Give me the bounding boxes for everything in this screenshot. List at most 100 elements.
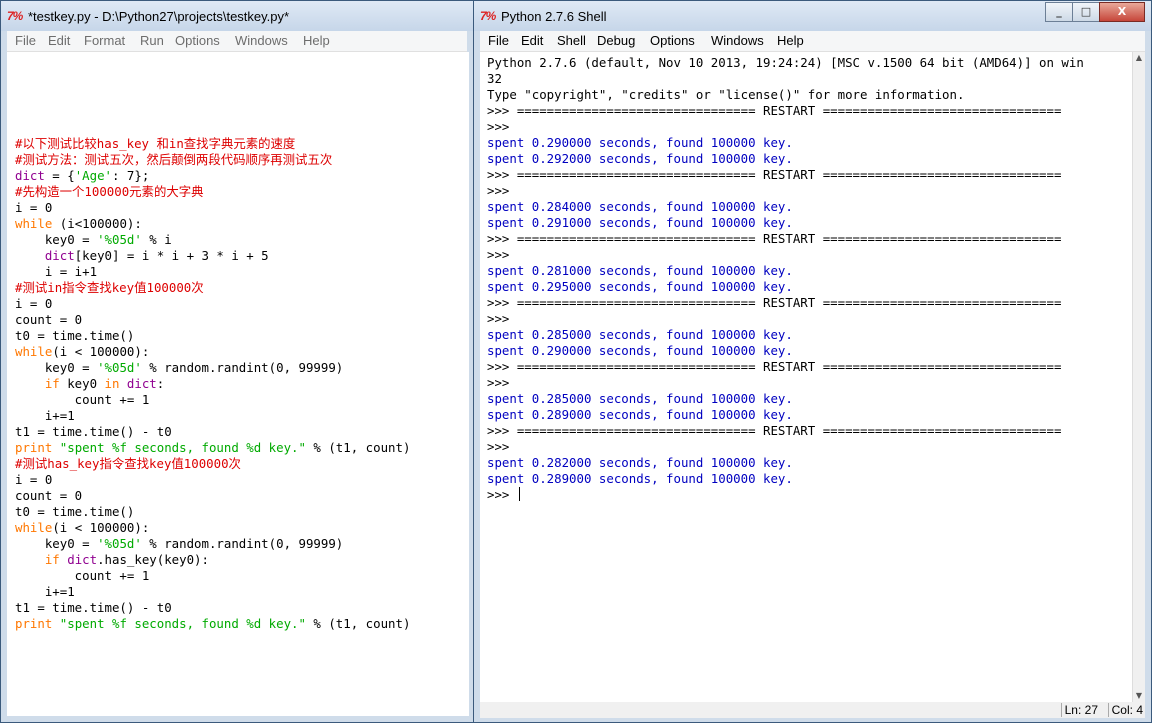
editor-menu-options[interactable]: Options — [175, 33, 220, 48]
editor-line: t1 = time.time() - t0 — [15, 424, 410, 440]
editor-menu-edit[interactable]: Edit — [48, 33, 70, 48]
editor-token: i+=1 — [15, 584, 75, 599]
editor-line: while (i<100000): — [15, 216, 410, 232]
editor-token: % i — [141, 232, 172, 247]
shell-line: spent 0.289000 seconds, found 100000 key… — [487, 407, 1084, 423]
editor-line: while(i < 100000): — [15, 520, 410, 536]
text-cursor — [518, 487, 521, 501]
editor-token: % (t1, count) — [305, 440, 411, 455]
editor-line: print "spent %f seconds, found %d key." … — [15, 440, 410, 456]
editor-token: if — [44, 552, 60, 567]
editor-token: (i < 100000): — [52, 344, 150, 359]
scroll-up-arrow-icon[interactable]: ▲ — [1133, 52, 1145, 64]
shell-token: 32 — [487, 71, 502, 86]
editor-line: if dict.has_key(key0): — [15, 552, 410, 568]
shell-line: >>> — [487, 247, 1084, 263]
shell-line: >>> ================================ RES… — [487, 167, 1084, 183]
shell-token: spent 0.285000 seconds, found 100000 key… — [487, 391, 793, 406]
shell-token: spent 0.292000 seconds, found 100000 key… — [487, 151, 793, 166]
shell-text-area[interactable]: Python 2.7.6 (default, Nov 10 2013, 19:2… — [480, 52, 1133, 702]
shell-token: >>> — [487, 375, 510, 390]
shell-menu-windows[interactable]: Windows — [711, 33, 764, 48]
shell-token: spent 0.290000 seconds, found 100000 key… — [487, 343, 793, 358]
idle-icon: 7% — [7, 9, 23, 23]
status-col: Col: 4 — [1107, 703, 1143, 717]
editor-line: i = 0 — [15, 472, 410, 488]
editor-token — [52, 616, 59, 631]
editor-menubar: File Edit Format Run Options Windows Hel… — [7, 31, 467, 52]
shell-line: spent 0.290000 seconds, found 100000 key… — [487, 343, 1084, 359]
scroll-down-arrow-icon[interactable]: ▼ — [1133, 690, 1145, 702]
shell-line: spent 0.281000 seconds, found 100000 key… — [487, 263, 1084, 279]
editor-line: i+=1 — [15, 584, 410, 600]
shell-token: >>> — [487, 119, 510, 134]
shell-menu-options[interactable]: Options — [650, 33, 695, 48]
editor-line: if key0 in dict: — [15, 376, 410, 392]
status-line: Ln: 27 — [1060, 703, 1098, 717]
shell-token: spent 0.291000 seconds, found 100000 key… — [487, 215, 793, 230]
editor-line: #以下测试比较has_key 和in查找字典元素的速度 — [15, 136, 410, 152]
editor-token: count += 1 — [15, 568, 150, 583]
shell-titlebar[interactable]: 7% Python 2.7.6 Shell _ □ X — [474, 1, 1151, 31]
shell-token: spent 0.295000 seconds, found 100000 key… — [487, 279, 793, 294]
shell-line: Python 2.7.6 (default, Nov 10 2013, 19:2… — [487, 55, 1084, 71]
editor-line: i = 0 — [15, 200, 410, 216]
editor-line: print "spent %f seconds, found %d key." … — [15, 616, 410, 632]
minimize-button[interactable]: _ — [1045, 2, 1073, 22]
editor-titlebar[interactable]: 7% *testkey.py - D:\Python27\projects\te… — [1, 1, 473, 31]
editor-menu-windows[interactable]: Windows — [235, 33, 288, 48]
shell-token: spent 0.284000 seconds, found 100000 key… — [487, 199, 793, 214]
shell-menu-help[interactable]: Help — [777, 33, 804, 48]
editor-token: : 7}; — [112, 168, 150, 183]
editor-token: count = 0 — [15, 312, 83, 327]
editor-text-area[interactable]: #以下测试比较has_key 和in查找字典元素的速度 #测试方法：测试五次，然后… — [7, 52, 469, 716]
editor-token: if — [44, 376, 60, 391]
editor-line: #测试方法：测试五次，然后颠倒两段代码顺序再测试五次 — [15, 152, 410, 168]
editor-token: [key0] = i * i + 3 * i + 5 — [74, 248, 269, 263]
shell-menu-shell[interactable]: Shell — [557, 33, 586, 48]
editor-menu-run[interactable]: Run — [140, 33, 164, 48]
editor-menu-file[interactable]: File — [15, 33, 36, 48]
editor-token: count += 1 — [15, 392, 150, 407]
shell-line: >>> — [487, 183, 1084, 199]
window-controls: _ □ X — [1045, 2, 1145, 22]
shell-output: Python 2.7.6 (default, Nov 10 2013, 19:2… — [487, 55, 1084, 503]
maximize-button[interactable]: □ — [1072, 2, 1100, 22]
shell-line: >>> ================================ RES… — [487, 103, 1084, 119]
editor-token: print — [15, 616, 53, 631]
shell-line: >>> — [487, 487, 1084, 503]
editor-token: #测试方法：测试五次，然后颠倒两段代码顺序再测试五次 — [15, 152, 333, 167]
editor-token: i = 0 — [15, 472, 53, 487]
shell-window: 7% Python 2.7.6 Shell _ □ X File Edit Sh… — [473, 0, 1152, 723]
shell-menu-debug[interactable]: Debug — [597, 33, 635, 48]
shell-token: >>> — [487, 183, 510, 198]
editor-menu-help[interactable]: Help — [303, 33, 330, 48]
editor-token: count = 0 — [15, 488, 83, 503]
editor-token: dict — [15, 168, 45, 183]
close-button[interactable]: X — [1099, 2, 1145, 22]
shell-menu-edit[interactable]: Edit — [521, 33, 543, 48]
editor-token: while — [15, 344, 53, 359]
editor-token: t0 = time.time() — [15, 328, 135, 343]
shell-token: spent 0.290000 seconds, found 100000 key… — [487, 135, 793, 150]
shell-menu-file[interactable]: File — [488, 33, 509, 48]
editor-menu-format[interactable]: Format — [84, 33, 125, 48]
editor-window: 7% *testkey.py - D:\Python27\projects\te… — [0, 0, 474, 723]
shell-line: spent 0.292000 seconds, found 100000 key… — [487, 151, 1084, 167]
shell-token: >>> ================================ RES… — [487, 423, 1062, 438]
editor-token: dict — [126, 376, 157, 391]
editor-token: dict — [67, 552, 98, 567]
shell-token: >>> ================================ RES… — [487, 295, 1062, 310]
shell-token: Type "copyright", "credits" or "license(… — [487, 87, 965, 102]
editor-line: t0 = time.time() — [15, 504, 410, 520]
editor-line: #测试has_key指令查找key值100000次 — [15, 456, 410, 472]
shell-line: spent 0.285000 seconds, found 100000 key… — [487, 391, 1084, 407]
shell-line: Type "copyright", "credits" or "license(… — [487, 87, 1084, 103]
shell-token: spent 0.285000 seconds, found 100000 key… — [487, 327, 793, 342]
editor-line: t1 = time.time() - t0 — [15, 600, 410, 616]
editor-token: = { — [44, 168, 75, 183]
editor-token: while — [15, 520, 53, 535]
editor-token: '%05d' — [97, 360, 142, 375]
shell-vertical-scrollbar[interactable]: ▲ ▼ — [1132, 52, 1145, 702]
editor-token: (i < 100000): — [52, 520, 150, 535]
